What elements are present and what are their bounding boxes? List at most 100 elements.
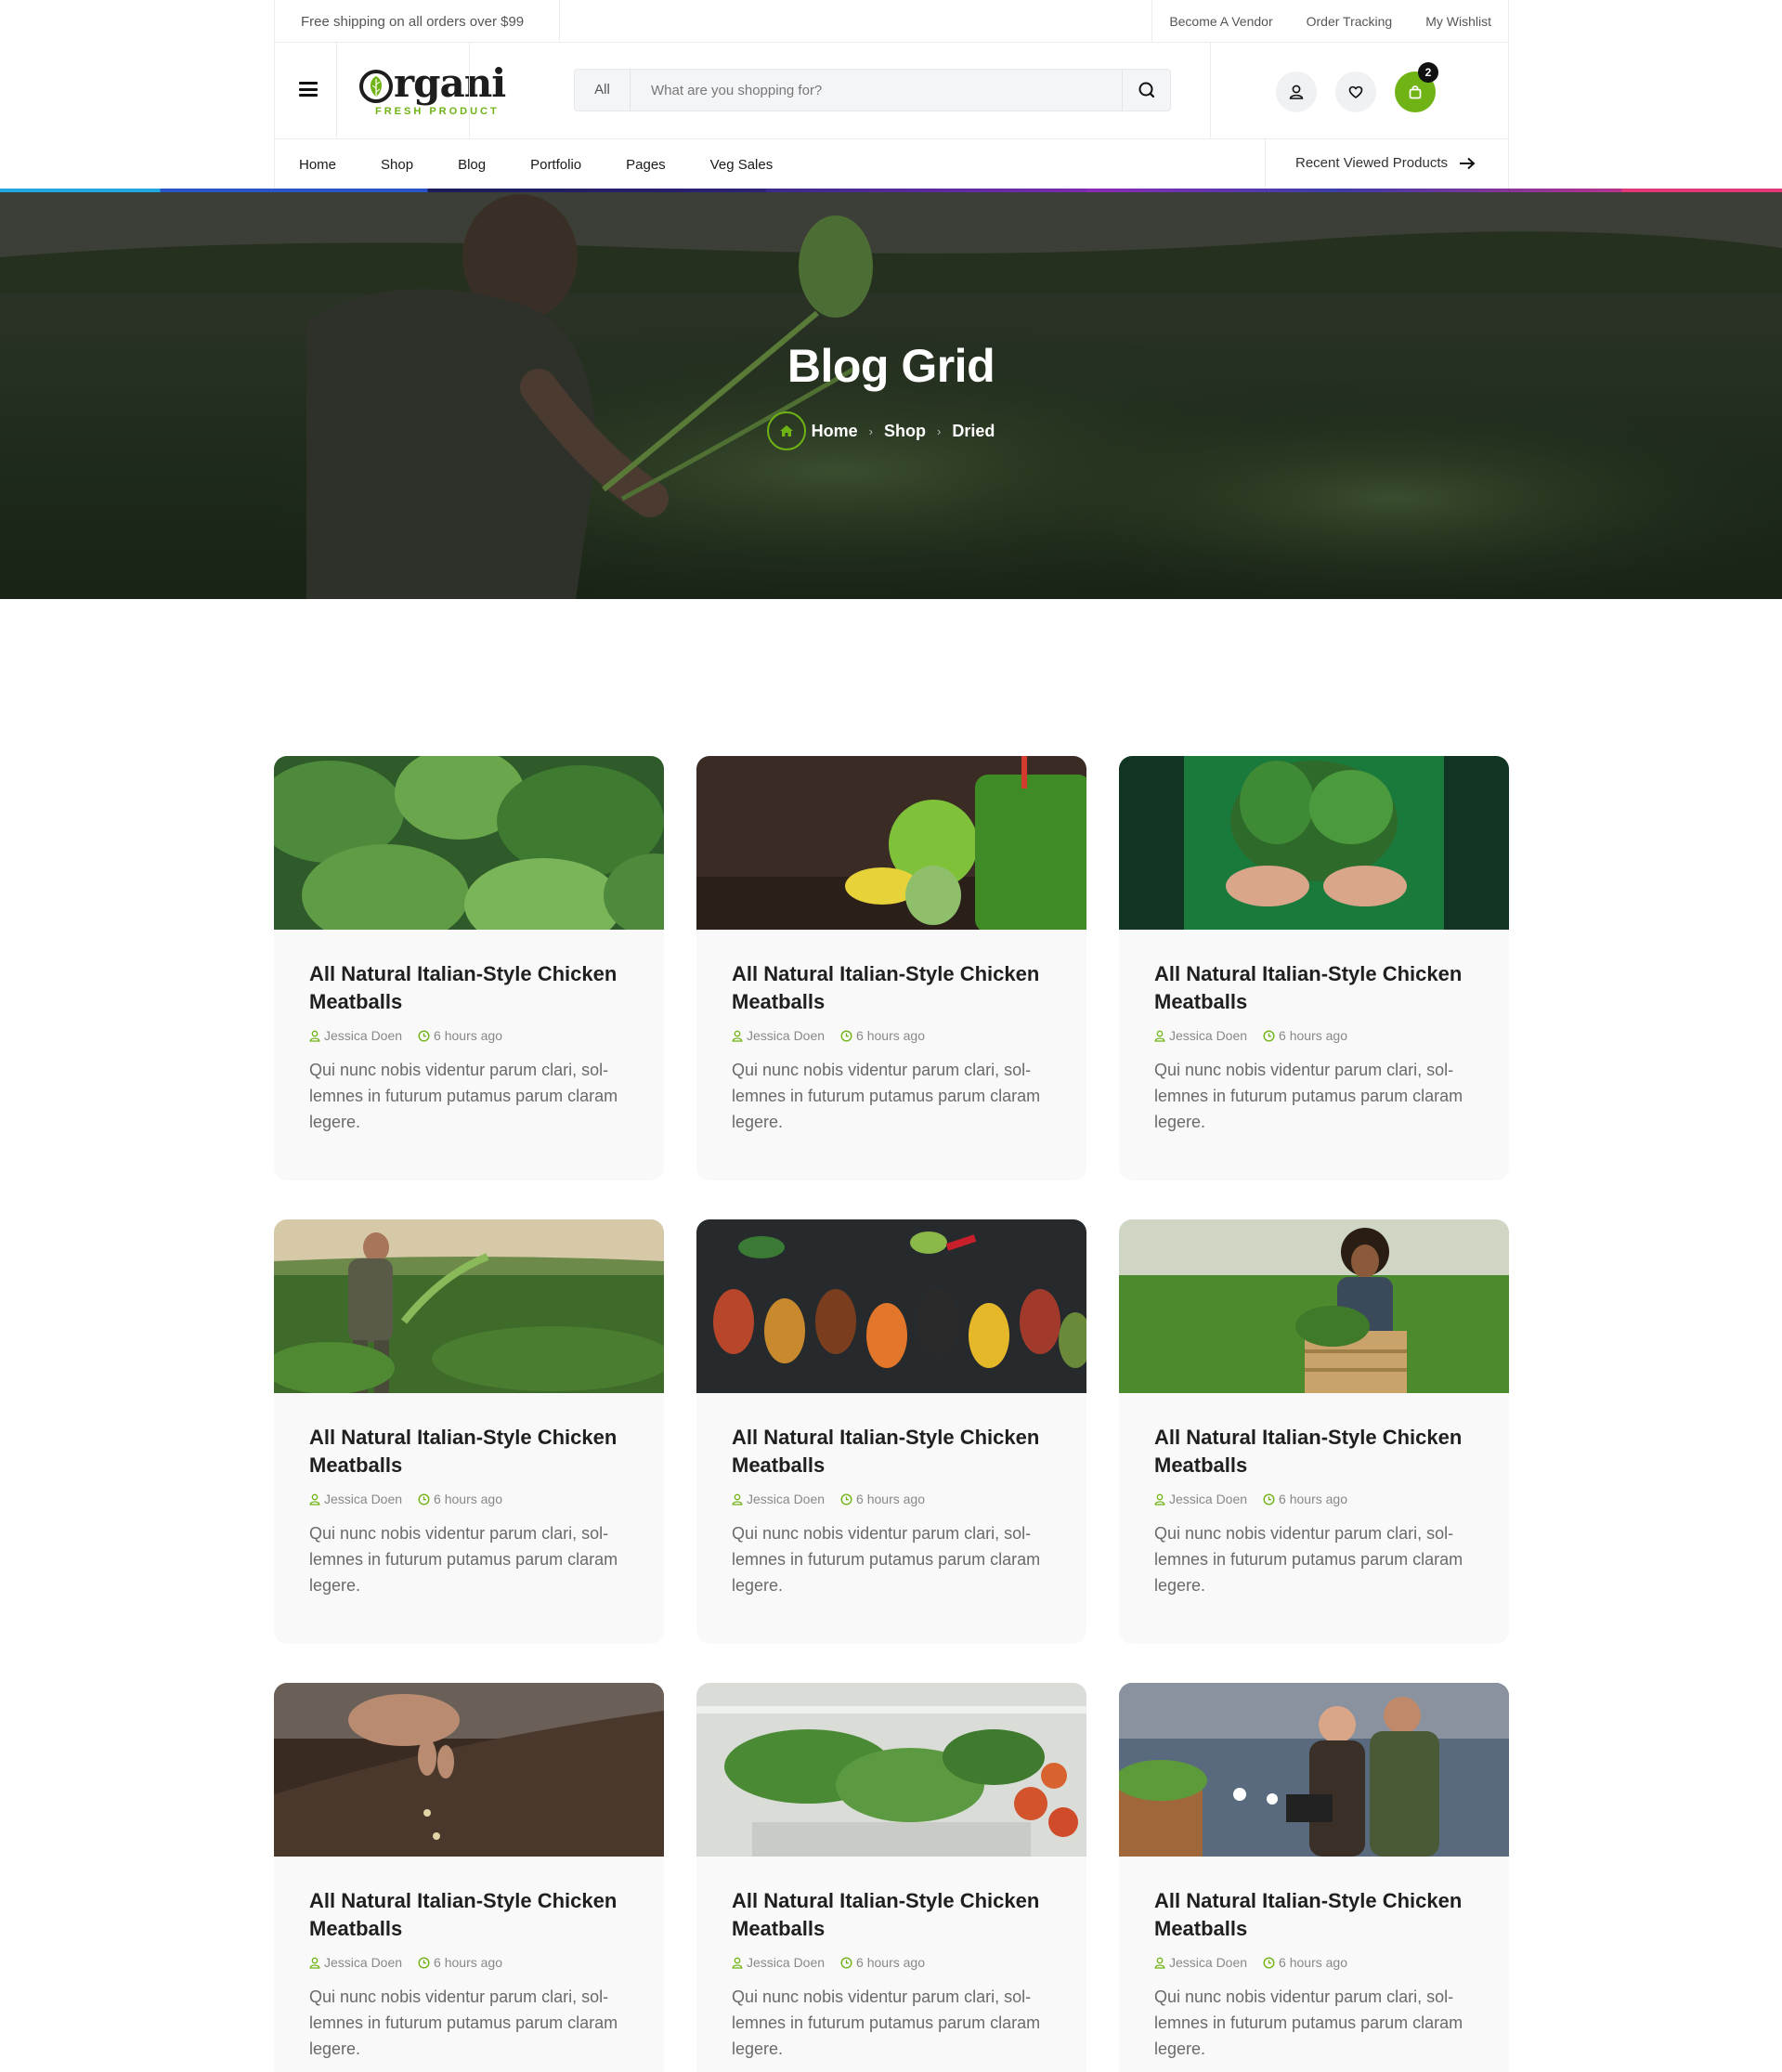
blog-card[interactable]: All Natural Italian-Style Chicken Meatba… <box>274 1683 664 2072</box>
post-excerpt: Qui nunc nobis videntur parum clari, sol… <box>1154 1987 1463 2058</box>
author-name: Jessica Doen <box>324 1955 403 1970</box>
post-title[interactable]: All Natural Italian-Style Chicken Meatba… <box>309 1424 644 1479</box>
post-thumbnail[interactable] <box>696 1219 1086 1393</box>
post-title[interactable]: All Natural Italian-Style Chicken Meatba… <box>732 1887 1066 1943</box>
post-image <box>1119 1683 1509 1857</box>
search-button[interactable] <box>1122 70 1170 111</box>
post-image <box>274 1683 664 1857</box>
post-author[interactable]: Jessica Doen <box>309 1028 402 1043</box>
account-button[interactable] <box>1276 72 1317 112</box>
recent-viewed-label: Recent Viewed Products <box>1295 155 1448 171</box>
author-name: Jessica Doen <box>1169 1028 1248 1043</box>
post-time-text: 6 hours ago <box>434 1955 502 1970</box>
post-author[interactable]: Jessica Doen <box>1154 1028 1247 1043</box>
user-icon <box>1289 85 1304 99</box>
search-category-select[interactable]: All <box>575 70 631 111</box>
post-author[interactable]: Jessica Doen <box>309 1955 402 1970</box>
user-icon <box>732 1030 743 1042</box>
blog-card[interactable]: All Natural Italian-Style Chicken Meatba… <box>1119 1683 1509 2072</box>
nav-item-blog[interactable]: Blog <box>458 139 486 190</box>
post-time-text: 6 hours ago <box>1279 1955 1347 1970</box>
become-vendor-link[interactable]: Become A Vendor <box>1151 0 1289 43</box>
clock-icon <box>840 1029 852 1042</box>
post-author[interactable]: Jessica Doen <box>1154 1955 1247 1970</box>
post-title[interactable]: All Natural Italian-Style Chicken Meatba… <box>1154 960 1489 1016</box>
post-excerpt: Qui nunc nobis videntur parum clari, sol… <box>309 1987 618 2058</box>
clock-icon <box>840 1956 852 1969</box>
breadcrumb-current: Dried <box>952 421 995 440</box>
cart-count-badge: 2 <box>1418 62 1438 83</box>
wishlist-button[interactable] <box>1335 72 1376 112</box>
breadcrumb-shop[interactable]: Shop <box>884 422 926 441</box>
post-thumbnail[interactable] <box>1119 1219 1509 1393</box>
post-thumbnail[interactable] <box>274 1219 664 1393</box>
post-time: 6 hours ago <box>840 1492 925 1506</box>
logo[interactable]: rgani FRESH PRODUCT <box>357 59 506 119</box>
clock-icon <box>1263 1492 1275 1505</box>
post-thumbnail[interactable] <box>696 756 1086 930</box>
order-tracking-link[interactable]: Order Tracking <box>1290 0 1410 43</box>
post-title[interactable]: All Natural Italian-Style Chicken Meatba… <box>1154 1424 1489 1479</box>
post-author[interactable]: Jessica Doen <box>732 1492 825 1506</box>
post-author[interactable]: Jessica Doen <box>732 1028 825 1043</box>
clock-icon <box>840 1492 852 1505</box>
post-meta: Jessica Doen 6 hours ago <box>1154 1028 1363 1043</box>
post-image <box>696 1683 1086 1857</box>
arrow-right-icon <box>1460 157 1476 170</box>
post-author[interactable]: Jessica Doen <box>732 1955 825 1970</box>
post-time: 6 hours ago <box>418 1955 502 1970</box>
post-meta: Jessica Doen 6 hours ago <box>1154 1492 1363 1506</box>
post-author[interactable]: Jessica Doen <box>1154 1492 1247 1506</box>
hero-background-image <box>0 192 1782 599</box>
post-meta: Jessica Doen 6 hours ago <box>309 1492 518 1506</box>
post-title[interactable]: All Natural Italian-Style Chicken Meatba… <box>1154 1887 1489 1943</box>
author-name: Jessica Doen <box>747 1492 826 1506</box>
blog-card[interactable]: All Natural Italian-Style Chicken Meatba… <box>1119 1219 1509 1644</box>
post-time: 6 hours ago <box>1263 1955 1347 1970</box>
blog-card[interactable]: All Natural Italian-Style Chicken Meatba… <box>274 1219 664 1644</box>
nav-item-shop[interactable]: Shop <box>381 139 413 190</box>
post-thumbnail[interactable] <box>696 1683 1086 1857</box>
post-title[interactable]: All Natural Italian-Style Chicken Meatba… <box>732 1424 1066 1479</box>
nav-item-veg-sales[interactable]: Veg Sales <box>710 139 774 190</box>
clock-icon <box>418 1956 430 1969</box>
post-title[interactable]: All Natural Italian-Style Chicken Meatba… <box>309 960 644 1016</box>
post-meta: Jessica Doen 6 hours ago <box>732 1028 941 1043</box>
blog-card[interactable]: All Natural Italian-Style Chicken Meatba… <box>696 1219 1086 1644</box>
nav-item-home[interactable]: Home <box>299 139 336 190</box>
nav-item-pages[interactable]: Pages <box>626 139 666 190</box>
clock-icon <box>1263 1029 1275 1042</box>
search-input[interactable] <box>631 70 1123 111</box>
post-thumbnail[interactable] <box>274 756 664 930</box>
post-title[interactable]: All Natural Italian-Style Chicken Meatba… <box>309 1887 644 1943</box>
wishlist-link[interactable]: My Wishlist <box>1409 0 1508 43</box>
clock-icon <box>418 1492 430 1505</box>
top-bar: Free shipping on all orders over $99 Bec… <box>274 0 1509 43</box>
heart-icon <box>1348 85 1363 98</box>
recent-viewed-link[interactable]: Recent Viewed Products <box>1265 139 1508 190</box>
cart-button[interactable]: 2 <box>1395 62 1438 112</box>
blog-card[interactable]: All Natural Italian-Style Chicken Meatba… <box>274 756 664 1180</box>
main-nav: Home Shop Blog Portfolio Pages Veg Sales… <box>274 139 1509 190</box>
blog-card[interactable]: All Natural Italian-Style Chicken Meatba… <box>696 1683 1086 2072</box>
home-icon-button[interactable] <box>766 411 806 450</box>
chevron-right-icon: › <box>868 424 873 438</box>
post-title[interactable]: All Natural Italian-Style Chicken Meatba… <box>732 960 1066 1016</box>
post-meta: Jessica Doen 6 hours ago <box>732 1955 941 1970</box>
post-thumbnail[interactable] <box>274 1683 664 1857</box>
search-icon <box>1138 82 1155 98</box>
post-thumbnail[interactable] <box>1119 756 1509 930</box>
user-icon <box>1154 1493 1165 1505</box>
blog-card[interactable]: All Natural Italian-Style Chicken Meatba… <box>696 756 1086 1180</box>
menu-icon[interactable] <box>299 82 318 97</box>
post-author[interactable]: Jessica Doen <box>309 1492 402 1506</box>
blog-card[interactable]: All Natural Italian-Style Chicken Meatba… <box>1119 756 1509 1180</box>
post-meta: Jessica Doen 6 hours ago <box>309 1955 518 1970</box>
post-meta: Jessica Doen 6 hours ago <box>309 1028 518 1043</box>
user-icon <box>309 1030 320 1042</box>
post-time-text: 6 hours ago <box>1279 1492 1347 1506</box>
post-thumbnail[interactable] <box>1119 1683 1509 1857</box>
breadcrumb-home[interactable]: Home <box>812 422 858 441</box>
home-icon <box>779 425 793 437</box>
nav-item-portfolio[interactable]: Portfolio <box>530 139 581 190</box>
